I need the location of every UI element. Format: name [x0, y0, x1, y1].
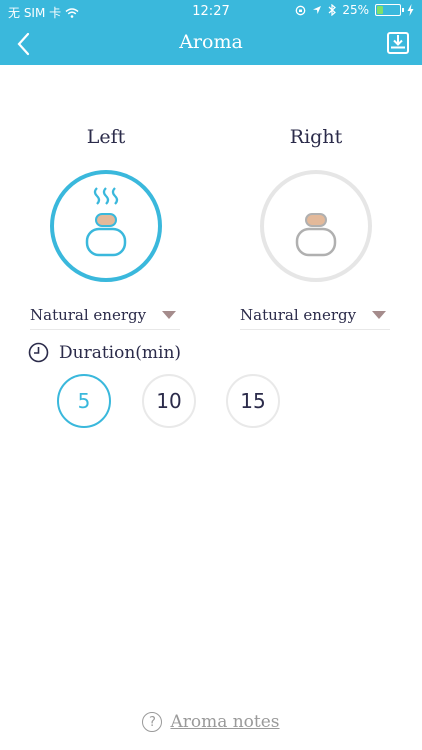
left-scent-label: Natural energy — [30, 305, 147, 324]
download-icon — [387, 32, 409, 54]
aroma-inactive-icon — [295, 213, 337, 257]
help-icon: ? — [142, 712, 163, 732]
battery-icon — [375, 4, 404, 16]
bluetooth-icon — [328, 4, 337, 16]
app-header: 无 SIM 卡 12:27 25% Aroma — [0, 0, 422, 65]
duration-option-label: 10 — [156, 389, 182, 413]
duration-option-5[interactable]: 5 — [57, 374, 111, 428]
duration-option-15[interactable]: 15 — [226, 374, 280, 428]
orientation-lock-icon — [295, 5, 306, 15]
status-bar: 无 SIM 卡 12:27 25% — [0, 0, 422, 22]
left-diffuser-toggle[interactable] — [50, 170, 162, 282]
aroma-notes-label: Aroma notes — [170, 712, 280, 732]
battery-fill — [377, 6, 383, 14]
page-title: Aroma — [179, 31, 243, 53]
download-button[interactable] — [386, 30, 410, 56]
duration-option-label: 5 — [77, 389, 91, 413]
caret-down-icon — [162, 310, 176, 319]
left-scent-dropdown[interactable]: Natural energy — [30, 300, 180, 330]
caret-down-icon — [372, 310, 386, 319]
duration-option-label: 15 — [240, 389, 266, 413]
duration-section: Duration(min) — [28, 342, 181, 363]
right-side-title: Right — [289, 126, 343, 148]
battery-percent: 25% — [342, 3, 369, 17]
charging-icon — [407, 4, 414, 16]
right-scent-label: Natural energy — [240, 305, 357, 324]
duration-option-10[interactable]: 10 — [142, 374, 196, 428]
status-right: 25% — [295, 3, 414, 17]
clock-icon — [28, 342, 49, 363]
aroma-notes-link[interactable]: ? Aroma notes — [0, 712, 422, 732]
location-icon — [313, 6, 322, 14]
duration-label: Duration(min) — [59, 342, 182, 363]
aroma-active-icon — [85, 187, 127, 257]
right-scent-dropdown[interactable]: Natural energy — [240, 300, 390, 330]
left-side-title: Left — [86, 126, 126, 148]
right-diffuser-toggle[interactable] — [260, 170, 372, 282]
